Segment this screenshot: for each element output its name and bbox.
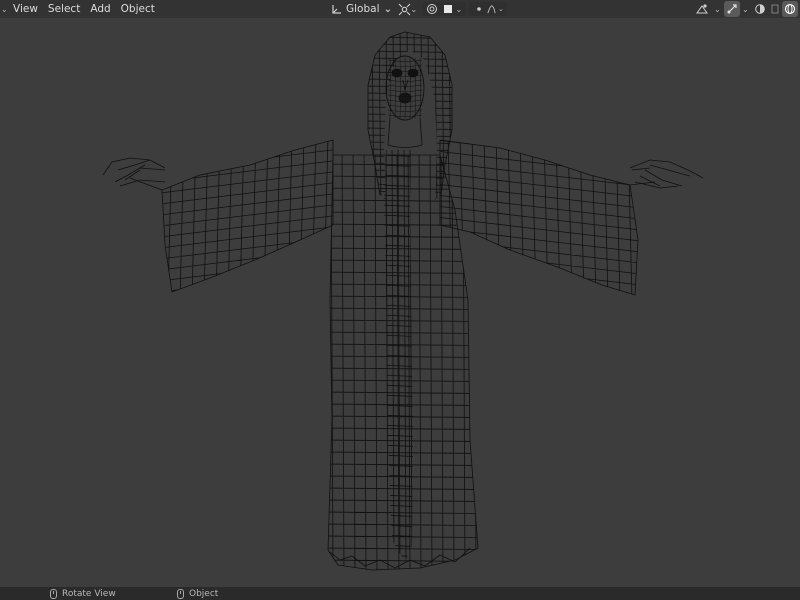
pivot-point-icon bbox=[398, 3, 410, 15]
transform-orientation-dropdown[interactable]: Global ⌄ bbox=[328, 1, 395, 17]
header-right-tools: ⌄ ⌄ bbox=[692, 0, 798, 18]
menu-view[interactable]: View bbox=[8, 0, 43, 18]
transform-toolbar: Global ⌄ ⌄ ⌄ ⌄ bbox=[328, 0, 507, 18]
status-rotate-view: Rotate View bbox=[50, 587, 116, 600]
snap-icon bbox=[426, 4, 437, 14]
menu-select[interactable]: Select bbox=[43, 0, 85, 18]
object-visibility-icon bbox=[696, 4, 708, 14]
xray-toggle[interactable] bbox=[770, 1, 780, 17]
pivot-point-dropdown[interactable]: ⌄ bbox=[398, 1, 419, 17]
proportional-editing-toggle[interactable] bbox=[471, 1, 487, 17]
viewport-header: ⌄ View Select Add Object Global ⌄ ⌄ ⌄ ⌄ … bbox=[0, 0, 800, 18]
falloff-curve-icon bbox=[486, 4, 496, 13]
mouse-right-icon bbox=[177, 588, 184, 599]
status-rotate-label: Rotate View bbox=[62, 588, 116, 599]
shading-wireframe-button[interactable] bbox=[782, 1, 798, 17]
snap-group: ⌄ bbox=[421, 1, 466, 17]
menu-object[interactable]: Object bbox=[116, 0, 160, 18]
falloff-dropdown[interactable]: ⌄ bbox=[486, 1, 505, 17]
proportional-group: ⌄ bbox=[468, 1, 507, 17]
status-object-label: Object bbox=[189, 588, 219, 599]
status-bar: Rotate View Object bbox=[0, 587, 800, 600]
chevron-down-icon[interactable]: ⌄ bbox=[742, 5, 750, 14]
orientation-label: Global bbox=[346, 3, 380, 15]
snap-increment-icon bbox=[443, 5, 452, 13]
xray-toggle-icon bbox=[771, 4, 779, 14]
menu-add[interactable]: Add bbox=[85, 0, 115, 18]
3d-viewport[interactable] bbox=[0, 18, 800, 587]
shading-wireframe-icon bbox=[784, 3, 796, 15]
snap-toggle[interactable] bbox=[424, 1, 440, 17]
overlays-toggle[interactable] bbox=[752, 1, 768, 17]
chevron-down-icon: ⌄ bbox=[383, 3, 393, 15]
status-object: Object bbox=[177, 587, 218, 600]
object-visibility-button[interactable] bbox=[692, 1, 712, 17]
editor-type-chevron-icon[interactable]: ⌄ bbox=[0, 0, 8, 18]
transform-orientation-icon bbox=[332, 4, 341, 14]
chevron-down-icon[interactable]: ⌄ bbox=[456, 5, 464, 14]
chevron-down-icon: ⌄ bbox=[497, 5, 504, 13]
wireframe-scene bbox=[0, 18, 800, 587]
overlays-icon bbox=[755, 4, 765, 14]
snap-increment-dropdown[interactable] bbox=[440, 1, 456, 17]
proportional-editing-icon bbox=[476, 7, 481, 11]
chevron-down-icon[interactable]: ⌄ bbox=[714, 5, 722, 14]
mouse-middle-icon bbox=[50, 588, 57, 599]
chevron-down-icon: ⌄ bbox=[410, 4, 418, 14]
header-menu: ⌄ View Select Add Object bbox=[0, 0, 160, 18]
gizmo-toggle[interactable] bbox=[724, 1, 740, 17]
gizmo-icon bbox=[727, 4, 737, 14]
